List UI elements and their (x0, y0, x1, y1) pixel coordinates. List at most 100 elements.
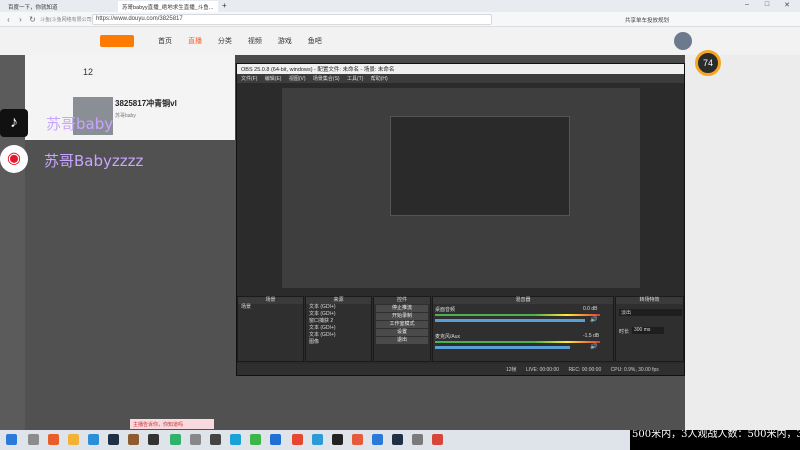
sources-dock: 来源 文本 (GDI+) 文本 (GDI+) 窗口捕获 2 文本 (GDI+) … (305, 296, 372, 362)
scene-item[interactable]: 场景 (238, 304, 303, 311)
transitions-title: 转场特效 (616, 297, 683, 304)
status-cpu: CPU: 0.9%, 30.00 fps (610, 367, 659, 373)
menu-tools[interactable]: 工具(T) (347, 76, 363, 82)
source-item[interactable]: 窗口捕获 2 (306, 318, 371, 325)
scenes-title: 场景 (238, 297, 303, 304)
nav-video[interactable]: 视频 (248, 38, 262, 45)
douyu-logo[interactable] (100, 35, 134, 47)
tab-baidu[interactable]: 百度一下，你就知道 (4, 1, 84, 12)
douyu-nav: 首页 直播 分类 视频 游戏 鱼吧 (158, 36, 322, 46)
tab-label: 百度一下，你就知道 (8, 5, 58, 11)
app-icon[interactable] (48, 434, 59, 445)
obs-title-bar: OBS 25.0.8 (64-bit, windows) - 配置文件: 未命名… (237, 64, 684, 74)
folder-icon[interactable] (68, 434, 79, 445)
obs-icon[interactable] (148, 434, 159, 445)
steam-icon[interactable] (108, 434, 119, 445)
source-item[interactable]: 文本 (GDI+) (306, 311, 371, 318)
volume-slider[interactable] (435, 319, 585, 322)
nav-live[interactable]: 直播 (188, 38, 202, 45)
forward-icon[interactable]: › (16, 15, 25, 24)
app-icon[interactable] (170, 434, 181, 445)
mixer-channel-db: 0.0 dB (583, 306, 598, 312)
start-recording-button[interactable]: 开始录制 (376, 313, 428, 320)
studio-mode-button[interactable]: 工作室模式 (376, 321, 428, 328)
source-item[interactable]: 文本 (GDI+) (306, 304, 371, 311)
avatar[interactable] (674, 32, 692, 50)
weibo-icon: ◉ (0, 145, 28, 173)
popup-notice[interactable]: 主播告诉你，你知道吗 (130, 419, 214, 429)
rail-count: 12 (83, 67, 94, 77)
url-input[interactable]: https://www.douyu.com/3825817 (92, 14, 492, 25)
app-icon[interactable] (372, 434, 383, 445)
controls-dock: 控件 停止推流 开始录制 工作室模式 设置 退出 (373, 296, 431, 362)
browser-right-text[interactable]: 共享单车投放规划 (625, 16, 669, 24)
source-item[interactable]: 文本 (GDI+) (306, 325, 371, 332)
app-icon[interactable] (190, 434, 201, 445)
maximize-icon[interactable]: □ (762, 1, 772, 11)
menu-file[interactable]: 文件(F) (241, 76, 257, 82)
start-icon[interactable] (6, 434, 17, 445)
tab-label: 苏哥babyy直播_绝地求生直播_斗鱼... (122, 5, 214, 11)
stop-stream-button[interactable]: 停止推流 (376, 305, 428, 312)
duration-label: 时长 (619, 329, 630, 335)
menu-edit[interactable]: 编辑(E) (265, 76, 282, 82)
obs-status-bar: 12帧 LIVE: 00:00:00 REC: 00:00:00 CPU: 0.… (237, 364, 684, 375)
streamer-name[interactable]: 苏哥baby (115, 112, 136, 119)
minimize-icon[interactable]: – (742, 1, 752, 11)
refresh-icon[interactable]: ↻ (28, 15, 37, 24)
chat-panel: 74 (685, 50, 800, 430)
overlay-line1: 苏哥baby (46, 115, 114, 133)
menu-scene-collection[interactable]: 场景集合(S) (313, 76, 340, 82)
transition-select[interactable]: 淡出 (619, 309, 682, 316)
app-icon[interactable] (312, 434, 323, 445)
app-icon[interactable] (230, 434, 241, 445)
nested-preview (390, 116, 570, 216)
nav-yuba[interactable]: 鱼吧 (308, 38, 322, 45)
app-icon[interactable] (128, 434, 139, 445)
browser-icon[interactable] (88, 434, 99, 445)
steam-icon[interactable] (392, 434, 403, 445)
tab-douyu[interactable]: 苏哥babyy直播_绝地求生直播_斗鱼... (118, 1, 218, 12)
nav-category[interactable]: 分类 (218, 38, 232, 45)
nav-game[interactable]: 游戏 (278, 38, 292, 45)
mixer-title: 混音器 (433, 297, 613, 304)
app-icon[interactable] (432, 434, 443, 445)
close-icon[interactable]: ✕ (782, 1, 792, 11)
qq-icon[interactable] (332, 434, 343, 445)
volume-meter (435, 314, 600, 316)
new-tab-icon[interactable]: + (222, 1, 227, 10)
status-dropped: 12帧 (506, 367, 517, 373)
stream-ticker: 500米内，3人观战人数：500米内，3人观战人数：5 (630, 430, 800, 450)
speaker-icon[interactable]: 🔊 (590, 343, 597, 350)
mixer-dock: 混音器 桌面音频 0.0 dB 🔊 麦克风/Aux -1.5 dB 🔊 (432, 296, 614, 362)
back-icon[interactable]: ‹ (4, 15, 13, 24)
mixer-channel-name: 桌面音频 (435, 307, 456, 313)
app-icon[interactable] (270, 434, 281, 445)
obs-window: OBS 25.0.8 (64-bit, windows) - 配置文件: 未命名… (236, 63, 685, 376)
scenes-dock: 场景 场景 (237, 296, 304, 362)
obs-preview[interactable] (282, 88, 640, 288)
app-icon[interactable] (210, 434, 221, 445)
overlay-line2: 苏哥Babyzzzz (44, 152, 144, 170)
taskview-icon[interactable] (28, 434, 39, 445)
address-bar: ‹ › ↻ 斗鱼(斗鱼网络有限公司) https://www.douyu.com… (0, 12, 800, 27)
speaker-icon[interactable]: 🔊 (590, 316, 597, 323)
exit-button[interactable]: 退出 (376, 337, 428, 344)
volume-meter (435, 341, 600, 343)
status-rec: REC: 00:00:00 (568, 367, 602, 373)
app-icon[interactable] (292, 434, 303, 445)
tiktok-icon: ♪ (0, 109, 28, 137)
menu-help[interactable]: 帮助(H) (371, 76, 388, 82)
volume-slider[interactable] (435, 346, 570, 349)
douyu-header: 首页 直播 分类 视频 游戏 鱼吧 (0, 27, 800, 55)
settings-button[interactable]: 设置 (376, 329, 428, 336)
status-live: LIVE: 00:00:00 (525, 367, 560, 373)
nav-home[interactable]: 首页 (158, 38, 172, 45)
source-item[interactable]: 文本 (GDI+) (306, 332, 371, 339)
app-icon[interactable] (352, 434, 363, 445)
duration-input[interactable]: 300 ms (632, 327, 664, 334)
wechat-icon[interactable] (250, 434, 261, 445)
menu-view[interactable]: 视图(V) (289, 76, 306, 82)
app-icon[interactable] (412, 434, 423, 445)
source-item[interactable]: 图像 (306, 339, 371, 346)
